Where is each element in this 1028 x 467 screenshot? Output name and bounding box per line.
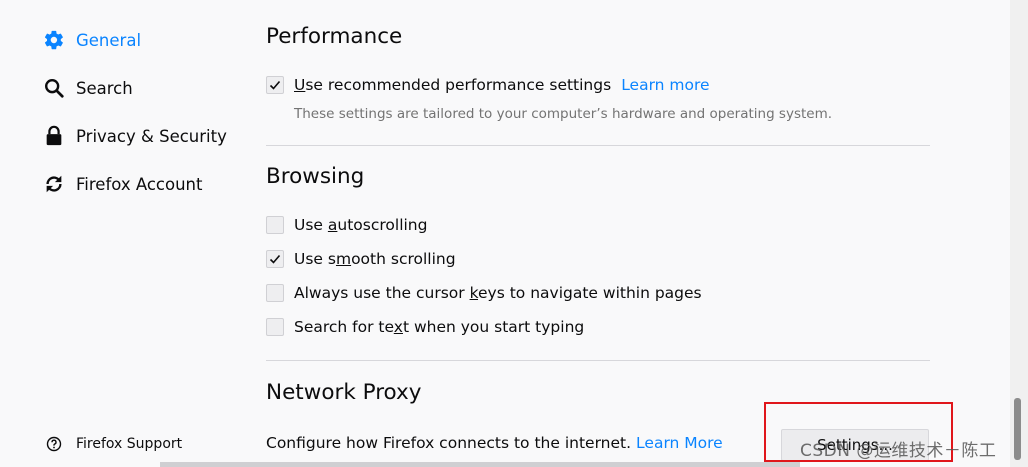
performance-description: These settings are tailored to your comp… [294, 106, 833, 122]
sidebar-item-label: Privacy & Security [76, 126, 227, 146]
divider [266, 360, 930, 361]
sidebar-item-general[interactable]: General [42, 28, 141, 52]
browsing-option-label[interactable]: Use smooth scrolling [294, 250, 456, 268]
watermark: CSDN @运维技术－陈工 [800, 441, 997, 461]
cutoff-content-strip [160, 462, 800, 467]
performance-heading: Performance [266, 24, 403, 49]
browsing-option-row: Search for text when you start typing [266, 318, 584, 336]
browsing-heading: Browsing [266, 164, 365, 189]
browsing-option-label[interactable]: Always use the cursor keys to navigate w… [294, 284, 702, 302]
network-proxy-description: Configure how Firefox connects to the in… [266, 434, 632, 452]
browsing-option-label[interactable]: Search for text when you start typing [294, 318, 584, 336]
browsing-option-checkbox[interactable] [266, 318, 284, 336]
browsing-option-row: Use smooth scrolling [266, 250, 456, 268]
help-icon [46, 436, 62, 452]
sidebar-item-search[interactable]: Search [42, 76, 133, 100]
sidebar: General Search Privacy & Security Firefo… [0, 0, 250, 467]
search-icon [42, 76, 66, 100]
support-label: Firefox Support [76, 436, 183, 452]
network-proxy-heading: Network Proxy [266, 380, 422, 405]
sidebar-item-label: Firefox Account [76, 174, 203, 194]
browsing-option-checkbox[interactable] [266, 284, 284, 302]
recommended-performance-row: Use recommended performance settings Lea… [266, 76, 710, 94]
main-content: Performance Use recommended performance … [266, 0, 931, 467]
gear-icon [42, 28, 66, 52]
sidebar-item-label: Search [76, 78, 133, 98]
browsing-option-checkbox[interactable] [266, 250, 284, 268]
browsing-option-label[interactable]: Use autoscrolling [294, 216, 427, 234]
sync-icon [42, 172, 66, 196]
scrollbar-track[interactable] [1010, 0, 1028, 467]
firefox-support-link[interactable]: Firefox Support [46, 436, 182, 452]
performance-learn-more-link[interactable]: Learn more [621, 76, 709, 94]
recommended-performance-checkbox[interactable] [266, 76, 284, 94]
sidebar-item-label: General [76, 30, 142, 50]
browsing-option-row: Always use the cursor keys to navigate w… [266, 284, 702, 302]
divider [266, 145, 930, 146]
lock-icon [42, 124, 66, 148]
sidebar-item-firefox-account[interactable]: Firefox Account [42, 172, 202, 196]
recommended-performance-label[interactable]: Use recommended performance settings [294, 76, 611, 94]
sidebar-item-privacy-security[interactable]: Privacy & Security [42, 124, 227, 148]
browsing-option-row: Use autoscrolling [266, 216, 427, 234]
browsing-option-checkbox[interactable] [266, 216, 284, 234]
network-proxy-description-row: Configure how Firefox connects to the in… [266, 434, 723, 452]
scrollbar-thumb[interactable] [1014, 398, 1021, 460]
network-proxy-learn-more-link[interactable]: Learn More [636, 434, 723, 452]
